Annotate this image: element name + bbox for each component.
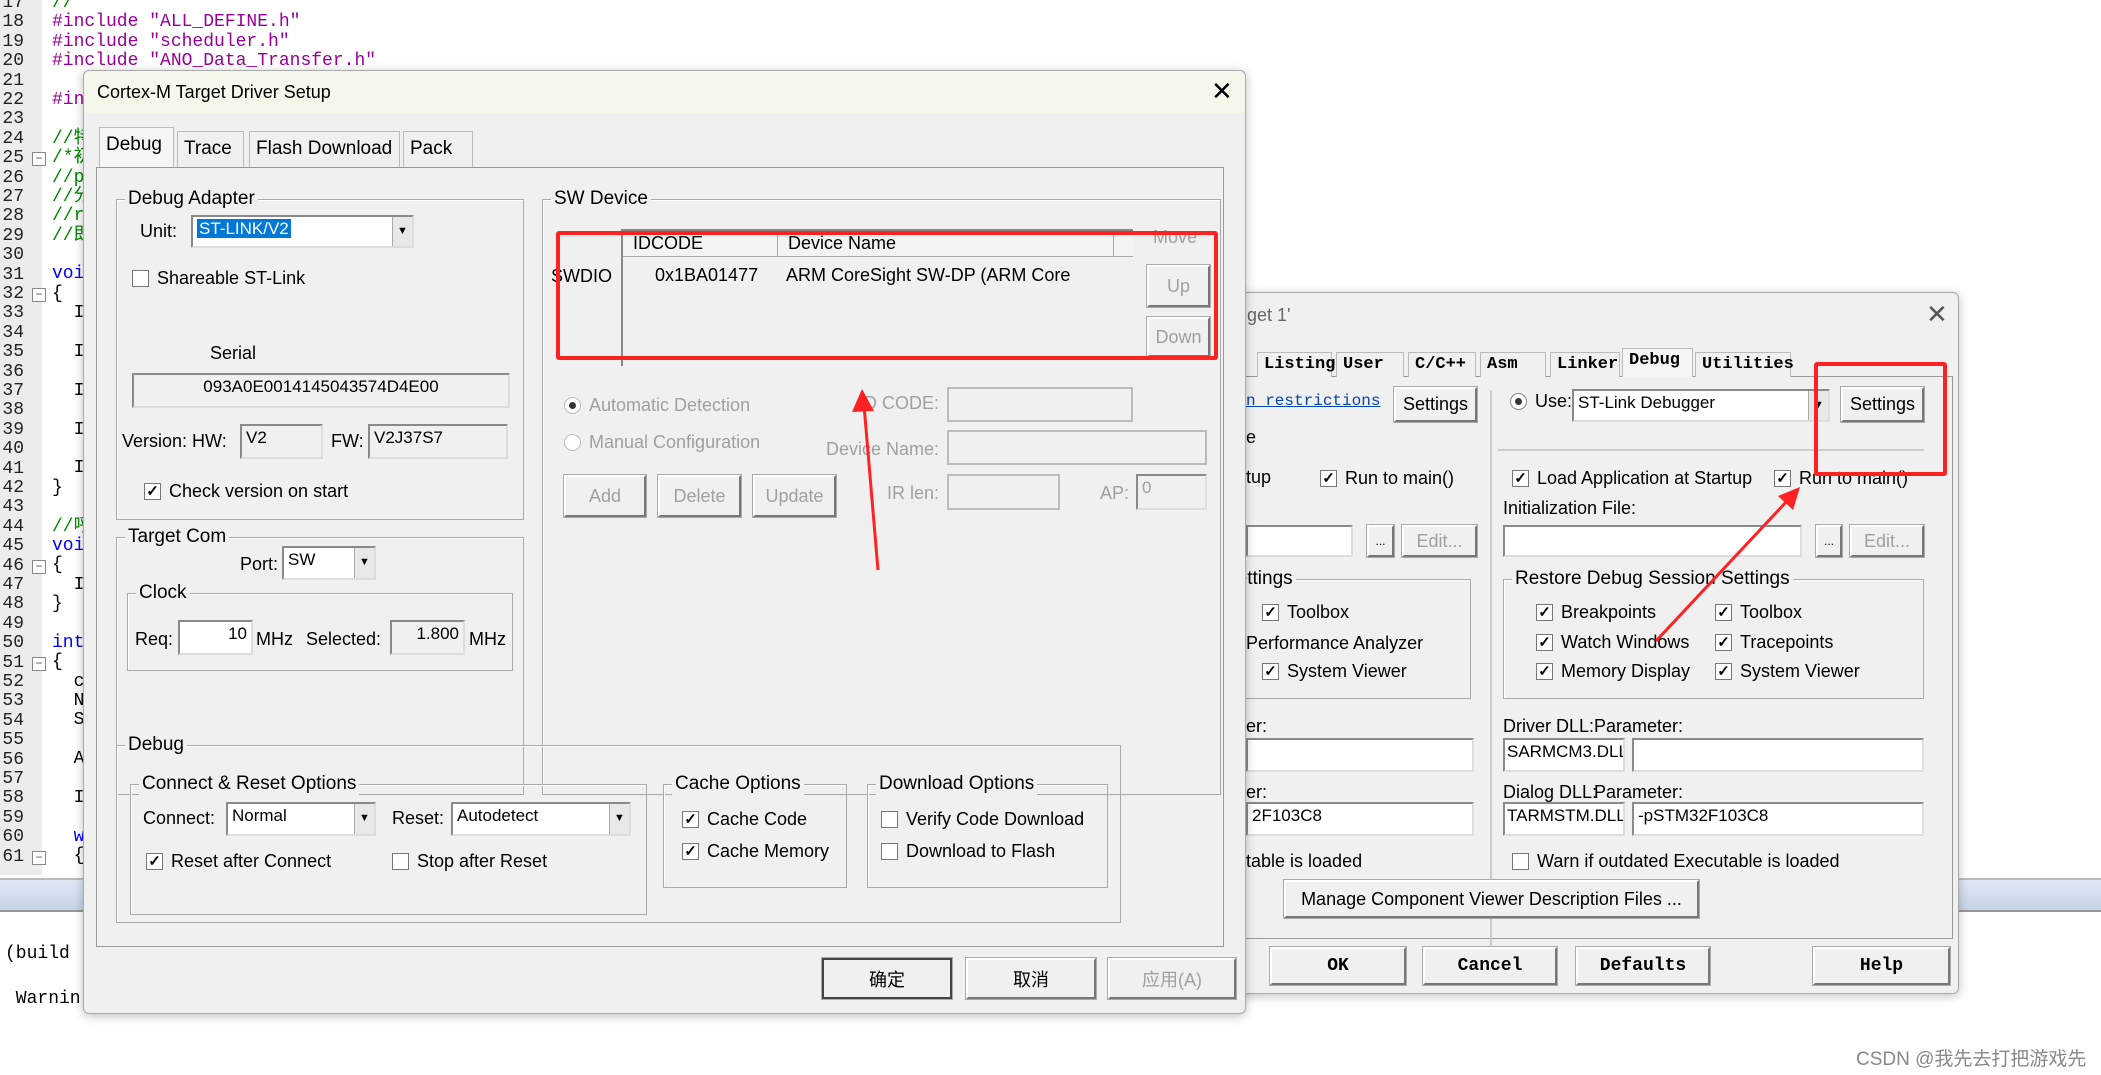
watermark: CSDN @我先去打把游戏先 [1856,1049,2087,1070]
annotation-arrow [862,404,880,571]
arrowhead-icon [852,389,874,412]
annotation-arrows [852,389,1800,643]
annotation-arrow [1654,498,1790,643]
